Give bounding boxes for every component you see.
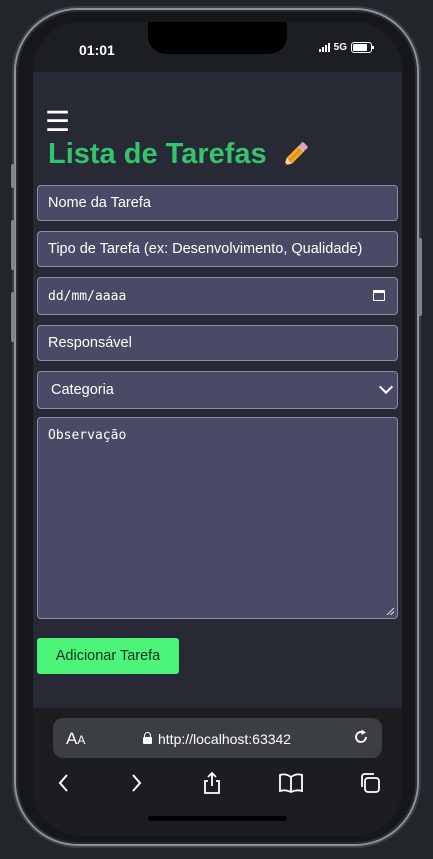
status-time: 01:01 xyxy=(79,42,115,58)
category-selected-value: Categoria xyxy=(51,382,114,398)
url-display[interactable]: http://localhost:63342 xyxy=(143,731,291,747)
address-bar[interactable]: AA http://localhost:63342 xyxy=(53,718,382,758)
back-button[interactable] xyxy=(49,768,79,798)
network-type: 5G xyxy=(333,42,347,53)
book-icon xyxy=(279,773,303,793)
home-indicator[interactable] xyxy=(148,816,287,821)
chevron-left-icon xyxy=(58,774,68,792)
page-title: Lista de Tarefas xyxy=(48,138,311,171)
task-name-input[interactable]: Nome da Tarefa xyxy=(37,185,398,221)
responsible-input[interactable]: Responsável xyxy=(37,325,398,361)
calendar-icon[interactable] xyxy=(373,290,385,301)
mute-switch xyxy=(11,164,15,188)
lock-icon xyxy=(143,732,152,744)
notes-placeholder: Observação xyxy=(48,428,127,443)
tabs-icon xyxy=(361,773,380,793)
reload-icon[interactable] xyxy=(352,728,370,746)
pencil-icon xyxy=(284,142,308,166)
text-size-button[interactable]: AA xyxy=(66,729,85,749)
share-button[interactable] xyxy=(197,768,227,798)
page-title-text: Lista de Tarefas xyxy=(48,138,267,170)
phone-screen: 01:01 5G ☰ Lista de Tarefas Nome da Tare… xyxy=(33,22,402,836)
resize-handle-icon[interactable] xyxy=(386,607,394,615)
share-icon xyxy=(204,771,220,794)
battery-icon xyxy=(351,42,374,53)
url-text: http://localhost:63342 xyxy=(158,731,292,747)
tabs-button[interactable] xyxy=(355,768,385,798)
task-type-placeholder: Tipo de Tarefa (ex: Desenvolvimento, Qua… xyxy=(48,241,363,257)
dynamic-notch xyxy=(148,22,287,54)
date-input[interactable]: dd/mm/aaaa xyxy=(37,277,398,315)
date-placeholder: dd/mm/aaaa xyxy=(48,288,127,304)
chevron-down-icon xyxy=(378,379,394,395)
notes-textarea[interactable]: Observação xyxy=(37,417,398,619)
chevron-right-icon xyxy=(132,774,142,792)
forward-button[interactable] xyxy=(121,768,151,798)
status-bar: 01:01 5G xyxy=(33,22,402,72)
page-content: ☰ Lista de Tarefas Nome da Tarefa Tipo d… xyxy=(33,72,402,708)
status-icons: 5G xyxy=(318,42,374,53)
task-name-placeholder: Nome da Tarefa xyxy=(48,195,151,211)
signal-icon xyxy=(318,43,330,52)
bookmarks-button[interactable] xyxy=(276,768,306,798)
power-button xyxy=(418,238,422,316)
category-select[interactable]: Categoria xyxy=(37,371,398,409)
volume-down-button xyxy=(11,292,15,342)
browser-toolbar: AA http://localhost:63342 xyxy=(33,708,402,836)
volume-up-button xyxy=(11,220,15,270)
hamburger-icon[interactable]: ☰ xyxy=(45,108,70,136)
add-task-button[interactable]: Adicionar Tarefa xyxy=(37,638,179,674)
task-type-input[interactable]: Tipo de Tarefa (ex: Desenvolvimento, Qua… xyxy=(37,231,398,267)
browser-nav xyxy=(33,768,402,798)
responsible-placeholder: Responsável xyxy=(48,335,132,351)
